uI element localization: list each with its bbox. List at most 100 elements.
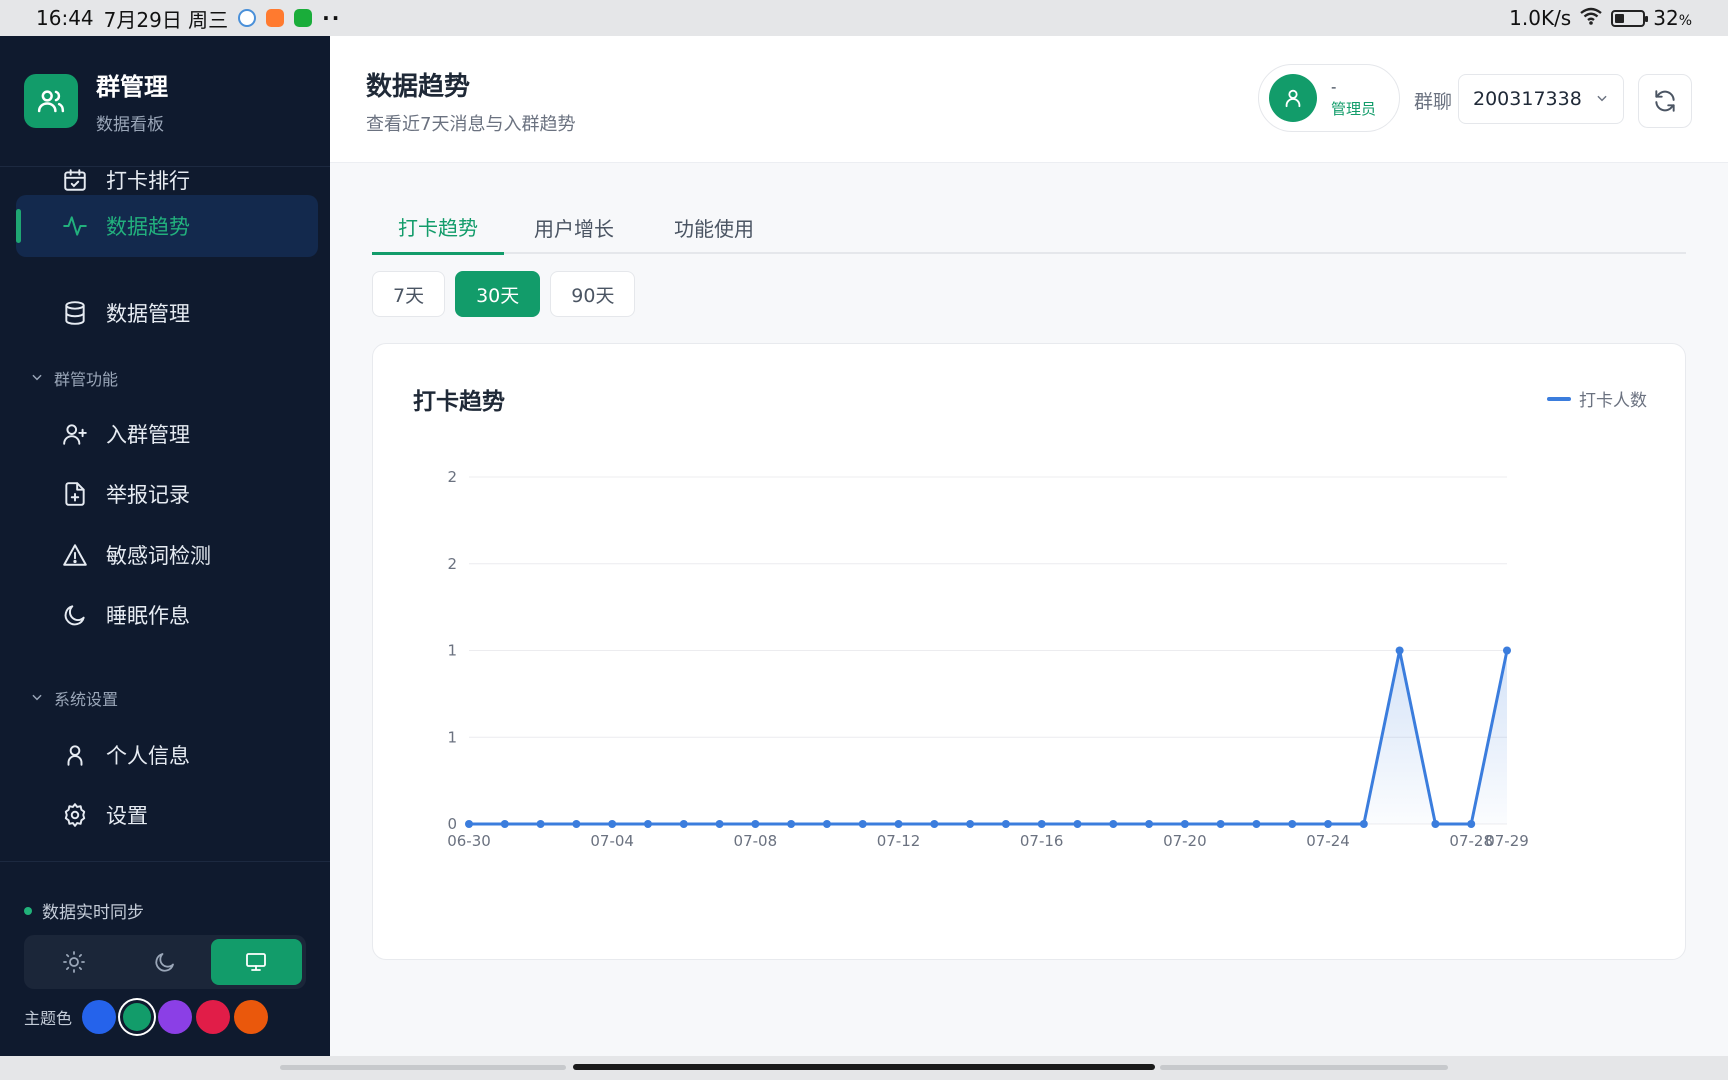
page-header: 数据趋势 查看近7天消息与入群趋势 - 管理员 群聊 200317338 [330, 36, 1728, 163]
data-point [1073, 820, 1082, 828]
data-point [1503, 646, 1511, 655]
data-point [1324, 820, 1333, 828]
sidebar-item-label: 举报记录 [106, 483, 190, 507]
data-point [1252, 820, 1261, 828]
sidebar-item-data-trend[interactable]: 数据趋势 [16, 195, 318, 257]
brand-subtitle: 数据看板 [96, 115, 164, 135]
theme-dark-button[interactable] [119, 939, 210, 985]
sun-icon [62, 951, 85, 973]
refresh-button[interactable] [1638, 74, 1692, 128]
tab-user-growth[interactable]: 用户增长 [504, 200, 644, 254]
user-icon [60, 740, 90, 770]
data-point [536, 820, 545, 828]
status-bar: 16:44 7月29日 周三 ·· 1.0K/s 32% [0, 0, 1728, 36]
theme-system-button[interactable] [210, 939, 302, 985]
theme-light-button[interactable] [28, 939, 119, 985]
avatar [1269, 74, 1317, 122]
sidebar-item-settings[interactable]: 设置 [16, 784, 318, 846]
data-point [608, 820, 617, 828]
theme-color-swatch[interactable] [82, 1000, 117, 1034]
chart-plot: 0 1 1 2 2 06-30 07-04 07-08 07-12 07-16 07-20 07-24… [447, 468, 1529, 850]
sync-text: 数据实时同步 [42, 903, 144, 923]
sidebar-item-sensitive-words[interactable]: 敏感词检测 [16, 524, 318, 586]
tab-feature-usage[interactable]: 功能使用 [644, 200, 784, 254]
page-title: 数据趋势 [366, 72, 471, 102]
range-7d-button[interactable]: 7天 [372, 271, 446, 317]
data-point [1467, 820, 1476, 828]
group-select[interactable]: 200317338 [1458, 74, 1624, 124]
range-30d-button[interactable]: 30天 [455, 271, 541, 317]
nav-group-system-settings[interactable]: 系统设置 [30, 686, 118, 710]
x-tick-label: 07-12 [877, 832, 921, 850]
brand: 群管理 数据看板 [0, 36, 330, 167]
data-point [1395, 646, 1404, 655]
range-90d-button[interactable]: 90天 [550, 271, 636, 317]
data-point [858, 820, 867, 828]
sidebar-item-sleep-schedule[interactable]: 睡眠作息 [16, 584, 318, 646]
data-point [751, 820, 760, 828]
sidebar-item-profile[interactable]: 个人信息 [16, 724, 318, 786]
sidebar-item-data-management[interactable]: 数据管理 [16, 282, 318, 344]
theme-color-picker: 主题色 [24, 1000, 269, 1034]
file-plus-icon [60, 479, 90, 509]
x-tick-label: 07-04 [590, 832, 634, 850]
range-selector: 7天 30天 90天 [372, 271, 636, 317]
theme-color-swatch[interactable] [123, 1003, 152, 1031]
data-point [1216, 820, 1225, 828]
theme-color-swatch[interactable] [234, 1000, 269, 1034]
sidebar-item-join-management[interactable]: 入群管理 [16, 403, 318, 465]
sidebar-item-report-records[interactable]: 举报记录 [16, 463, 318, 525]
x-tick-label: 07-08 [734, 832, 778, 850]
user-plus-icon [60, 419, 90, 449]
home-indicator[interactable] [573, 1064, 1155, 1070]
sidebar-item-label: 敏感词检测 [106, 544, 211, 568]
data-point [1431, 820, 1440, 828]
calendar-check-icon [60, 165, 90, 195]
data-point [1288, 820, 1297, 828]
moon-icon [155, 953, 174, 972]
chevron-down-icon [30, 369, 44, 388]
theme-mode-switch [24, 935, 306, 989]
sidebar: 群管理 数据看板 打卡排行 数据趋势 数据管理 群管功能 入群管理 举报记录 敏… [0, 36, 330, 1056]
users-icon [24, 74, 78, 128]
chevron-down-icon [1595, 88, 1609, 110]
x-tick-label: 07-20 [1163, 832, 1207, 850]
theme-color-swatch[interactable] [196, 1000, 231, 1034]
nav-group-title: 系统设置 [54, 690, 119, 709]
nav-group-title: 群管功能 [54, 370, 119, 389]
gesture-bar [0, 1056, 1728, 1080]
wifi-icon [1579, 6, 1603, 31]
sidebar-item-label: 数据管理 [106, 302, 190, 326]
theme-color-swatch[interactable] [158, 1000, 193, 1034]
data-point [930, 820, 939, 828]
status-time: 16:44 [36, 6, 94, 30]
user-icon [1285, 89, 1301, 108]
data-point [500, 820, 509, 828]
user-chip[interactable]: - 管理员 [1258, 64, 1400, 132]
data-point [465, 820, 473, 828]
x-tick-label: 07-24 [1306, 832, 1350, 850]
data-point [966, 820, 975, 828]
theme-color-swatches [78, 1000, 269, 1034]
database-icon [60, 298, 90, 328]
user-role: 管理员 [1331, 99, 1377, 118]
battery-icon [1611, 9, 1649, 27]
data-point [679, 820, 688, 828]
sidebar-item-label: 打卡排行 [106, 169, 190, 193]
data-point [1359, 820, 1368, 828]
sync-status: 数据实时同步 [24, 898, 144, 923]
y-tick-label: 1 [447, 728, 457, 746]
tab-checkin-trend[interactable]: 打卡趋势 [372, 200, 504, 255]
data-point [715, 820, 724, 828]
chart-tabs: 打卡趋势 用户增长 功能使用 [372, 200, 1686, 255]
sidebar-item-label: 设置 [106, 804, 148, 828]
sync-indicator-dot [24, 906, 32, 915]
x-tick-label: 07-29 [1485, 832, 1529, 850]
gesture-track [1160, 1065, 1448, 1070]
nav-group-group-features[interactable]: 群管功能 [30, 366, 118, 390]
app-notification-icon [238, 9, 257, 27]
group-select-label: 群聊 [1414, 91, 1453, 113]
chart-card: 打卡趋势 打卡人数 0 1 1 2 2 06-30 07-04 07-08 07-12 07-16… [372, 343, 1686, 960]
data-point [1109, 820, 1118, 828]
data-point [572, 820, 581, 828]
